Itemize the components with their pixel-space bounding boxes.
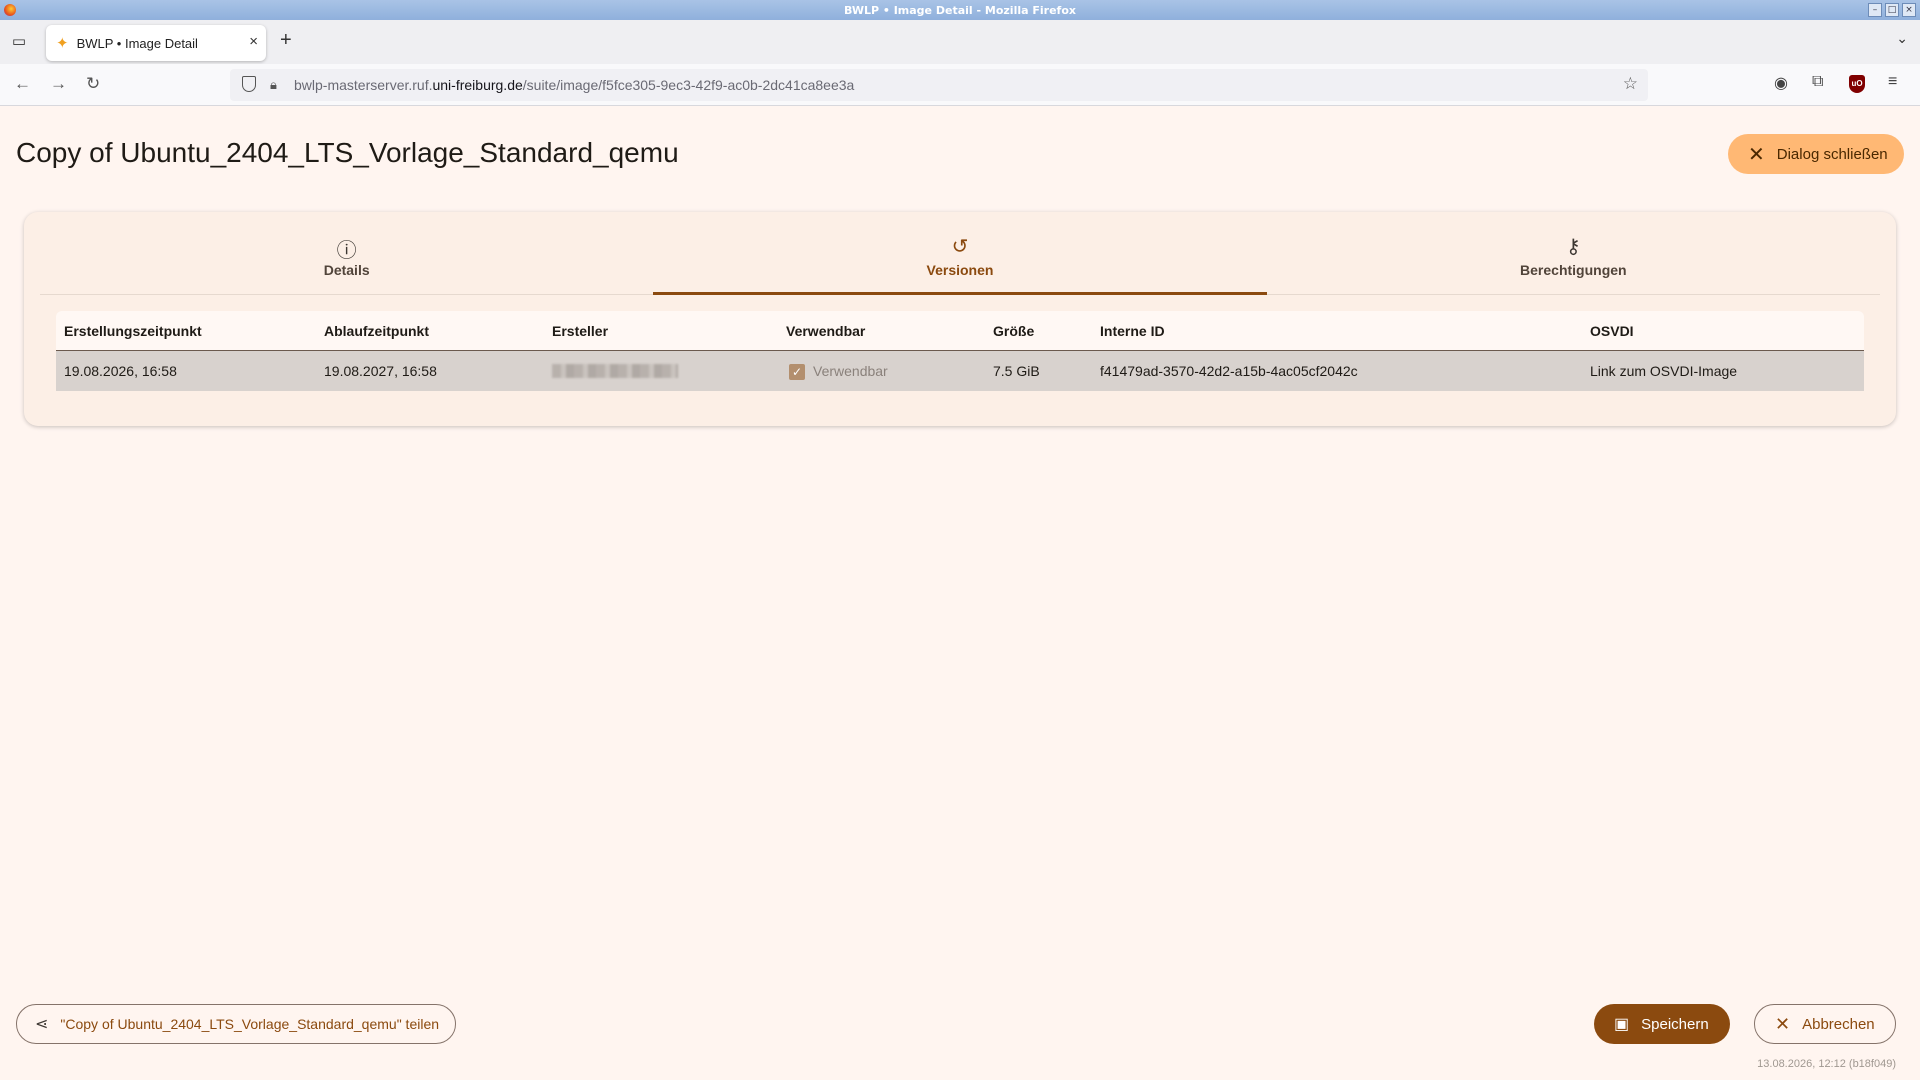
account-icon[interactable]: ◉ bbox=[1774, 73, 1788, 93]
table-row[interactable]: 19.08.2026, 16:58 19.08.2027, 16:58 ✓ Ver… bbox=[56, 351, 1864, 391]
tab-close-icon[interactable]: × bbox=[249, 33, 258, 50]
lock-icon[interactable]: 🔒︎ bbox=[270, 77, 277, 93]
close-window-icon[interactable]: × bbox=[1902, 3, 1916, 17]
os-titlebar: BWLP • Image Detail - Mozilla Firefox – … bbox=[0, 0, 1920, 20]
tab-label: Versionen bbox=[926, 262, 994, 278]
tab-label: Details bbox=[323, 262, 370, 278]
usable-label: Verwendbar bbox=[813, 363, 888, 379]
creator-cell bbox=[552, 351, 678, 391]
bookmark-star-icon[interactable]: ☆ bbox=[1623, 74, 1638, 94]
internal-id-cell: f41479ad-3570-42d2-a15b-4ac05cf2042c bbox=[1100, 363, 1358, 379]
tab-berechtigungen[interactable]: ⚷ Berechtigungen bbox=[1267, 212, 1880, 294]
cancel-label: Abbrechen bbox=[1802, 1015, 1875, 1033]
tab-versionen[interactable]: ↺ Versionen bbox=[653, 212, 1267, 295]
close-dialog-button[interactable]: ✕ Dialog schließen bbox=[1728, 134, 1904, 174]
column-header[interactable]: OSVDI bbox=[1590, 311, 1634, 351]
usable-checkbox[interactable]: ✓ bbox=[789, 364, 805, 381]
browser-tabbar: ▭ ✦ BWLP • Image Detail × + ⌄ bbox=[0, 20, 1920, 64]
back-icon[interactable]: ← bbox=[14, 74, 31, 94]
redacted-creator bbox=[552, 364, 678, 378]
usable-cell: ✓ Verwendbar bbox=[789, 351, 888, 391]
save-label: Speichern bbox=[1641, 1015, 1709, 1033]
column-header[interactable]: Ablaufzeitpunkt bbox=[324, 311, 429, 351]
window-controls: – □ × bbox=[1868, 3, 1916, 17]
browser-navbar: ← → ↻ 🔒︎ bwlp-masterserver.ruf.uni-freib… bbox=[0, 64, 1920, 106]
versions-table: Erstellungszeitpunkt Ablaufzeitpunkt Ers… bbox=[56, 311, 1864, 391]
browser-tab-title: BWLP • Image Detail bbox=[76, 35, 198, 51]
page-title: Copy of Ubuntu_2404_LTS_Vorlage_Standard… bbox=[16, 137, 679, 168]
column-header[interactable]: Interne ID bbox=[1100, 311, 1165, 351]
share-icon: ⋖ bbox=[35, 1016, 49, 1033]
column-header[interactable]: Größe bbox=[993, 311, 1034, 351]
maximize-icon[interactable]: □ bbox=[1885, 3, 1899, 17]
column-header[interactable]: Erstellungszeitpunkt bbox=[64, 311, 202, 351]
firefox-logo-icon bbox=[4, 4, 16, 16]
tracking-shield-icon[interactable] bbox=[242, 76, 256, 92]
tab-label: Berechtigungen bbox=[1520, 262, 1627, 278]
browser-tab[interactable]: ✦ BWLP • Image Detail × bbox=[46, 25, 266, 61]
expires-cell: 19.08.2027, 16:58 bbox=[324, 363, 437, 379]
info-icon: ⓘ bbox=[336, 240, 357, 262]
build-timestamp: 13.08.2026, 12:12 (b18f049) bbox=[1757, 1058, 1896, 1070]
size-cell: 7.5 GiB bbox=[993, 363, 1040, 379]
key-icon: ⚷ bbox=[1565, 236, 1581, 258]
reload-icon[interactable]: ↻ bbox=[86, 74, 100, 94]
chevron-down-icon[interactable]: ⌄ bbox=[1896, 30, 1908, 47]
new-tab-icon[interactable]: + bbox=[280, 29, 292, 52]
save-button[interactable]: ▣ Speichern bbox=[1594, 1004, 1730, 1044]
share-label: "Copy of Ubuntu_2404_LTS_Vorlage_Standar… bbox=[60, 1016, 440, 1032]
column-header[interactable]: Verwendbar bbox=[786, 311, 865, 351]
history-icon: ↺ bbox=[951, 236, 969, 258]
ublock-icon[interactable]: uO bbox=[1849, 75, 1865, 93]
save-icon: ▣ bbox=[1614, 1016, 1630, 1033]
table-header: Erstellungszeitpunkt Ablaufzeitpunkt Ers… bbox=[56, 311, 1864, 351]
minimize-icon[interactable]: – bbox=[1868, 3, 1882, 17]
menu-icon[interactable]: ≡ bbox=[1888, 73, 1897, 91]
tab-details[interactable]: ⓘ Details bbox=[40, 212, 653, 294]
share-button[interactable]: ⋖ "Copy of Ubuntu_2404_LTS_Vorlage_Stand… bbox=[16, 1004, 456, 1044]
cancel-button[interactable]: ✕ Abbrechen bbox=[1754, 1004, 1896, 1044]
url-bar[interactable]: 🔒︎ bwlp-masterserver.ruf.uni-freiburg.de… bbox=[230, 69, 1648, 101]
window-title: BWLP • Image Detail - Mozilla Firefox bbox=[844, 3, 1076, 17]
image-detail-card: ⓘ Details ↺ Versionen ⚷ Berechtigungen E… bbox=[24, 212, 1896, 426]
url-text[interactable]: bwlp-masterserver.ruf.uni-freiburg.de/su… bbox=[294, 77, 854, 93]
forward-icon[interactable]: → bbox=[50, 74, 67, 94]
extensions-icon[interactable]: ⧉ bbox=[1812, 73, 1823, 91]
column-header[interactable]: Ersteller bbox=[552, 311, 608, 351]
tab-list-icon[interactable]: ▭ bbox=[8, 32, 30, 52]
close-icon: ✕ bbox=[1748, 143, 1765, 166]
close-icon: ✕ bbox=[1775, 1013, 1791, 1034]
created-cell: 19.08.2026, 16:58 bbox=[64, 363, 177, 379]
favicon-icon: ✦ bbox=[56, 35, 69, 52]
close-dialog-label: Dialog schließen bbox=[1776, 145, 1888, 163]
tab-bar: ⓘ Details ↺ Versionen ⚷ Berechtigungen bbox=[40, 212, 1880, 295]
osvdi-link[interactable]: Link zum OSVDI-Image bbox=[1590, 351, 1737, 391]
